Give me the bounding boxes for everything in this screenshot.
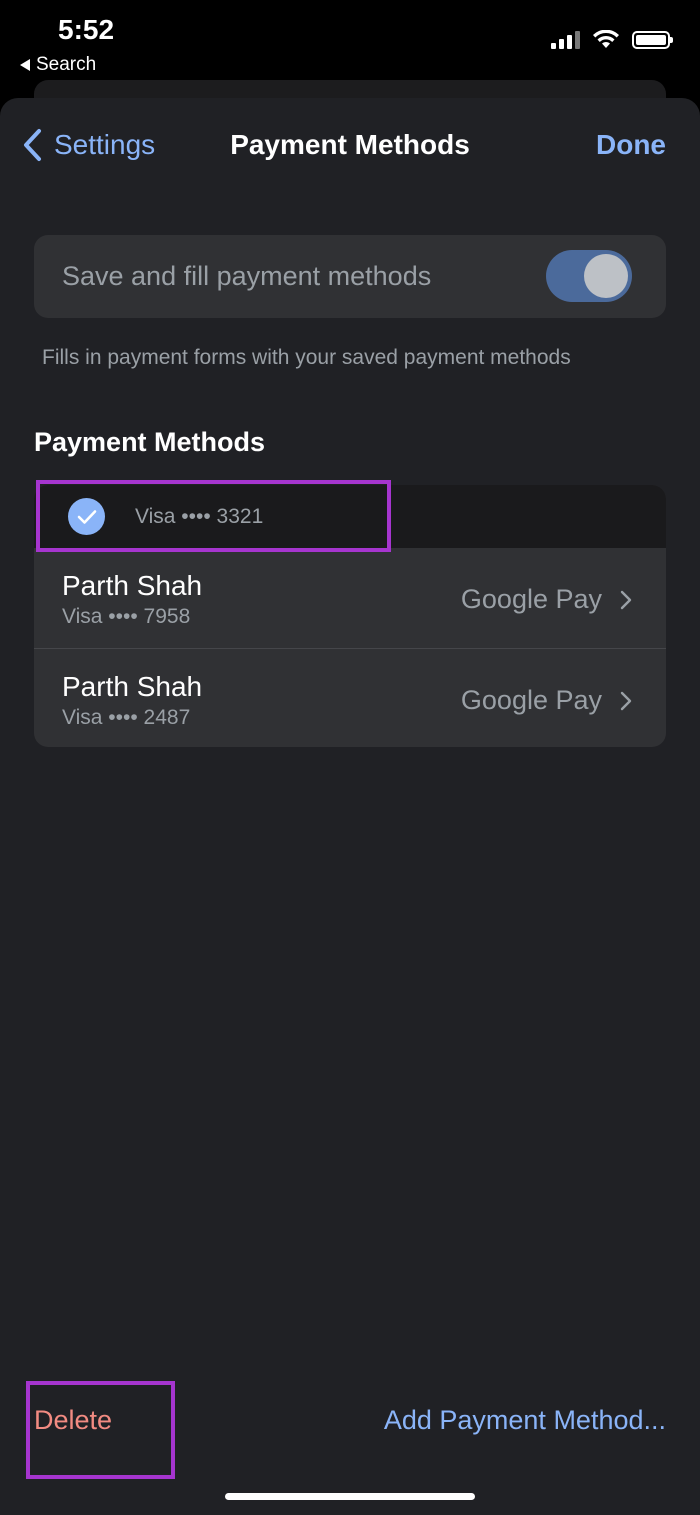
save-fill-footnote: Fills in payment forms with your saved p…: [42, 346, 571, 369]
back-app-label: Search: [36, 54, 97, 75]
card-source-label: Google Pay: [460, 685, 602, 715]
save-fill-toggle[interactable]: [546, 250, 632, 302]
card-source: Google Pay: [461, 584, 632, 615]
card-source: Google Pay: [461, 685, 632, 716]
section-header: Payment Methods: [34, 427, 266, 457]
battery-icon: [632, 31, 673, 49]
back-triangle-icon: [20, 59, 30, 71]
save-fill-setting: Save and fill payment methods: [34, 235, 666, 318]
list-item[interactable]: Parth Shah Visa •••• 2487 Google Pay: [34, 649, 666, 747]
card-source-label: Google Pay: [460, 584, 602, 614]
card-number: Visa •••• 2487: [62, 706, 191, 729]
card-holder-name: Parth Shah: [62, 570, 203, 601]
card-number: Visa •••• 7958: [62, 605, 191, 628]
chevron-right-icon: [620, 590, 632, 609]
wifi-icon: [593, 30, 619, 48]
delete-button-highlight: [26, 1381, 175, 1479]
back-to-app-button[interactable]: Search: [20, 54, 96, 76]
cellular-signal-icon: [551, 31, 580, 49]
navigation-bar: Settings Payment Methods Done: [0, 98, 700, 194]
status-time: 5:52: [58, 14, 115, 45]
add-payment-method-button[interactable]: Add Payment Method...: [384, 1405, 666, 1436]
toggle-knob: [584, 254, 628, 298]
save-fill-label: Save and fill payment methods: [62, 261, 432, 291]
done-button[interactable]: Done: [596, 129, 666, 161]
list-item[interactable]: Parth Shah Visa •••• 7958 Google Pay: [34, 548, 666, 649]
status-icons: [551, 30, 673, 50]
payment-methods-sheet: Settings Payment Methods Done Save and f…: [0, 98, 700, 1515]
page-title: Payment Methods: [230, 129, 470, 160]
card-holder-name: Parth Shah: [62, 671, 203, 702]
chevron-right-icon: [620, 691, 632, 710]
home-indicator: [225, 1493, 475, 1500]
selected-card-highlight: [36, 480, 391, 552]
